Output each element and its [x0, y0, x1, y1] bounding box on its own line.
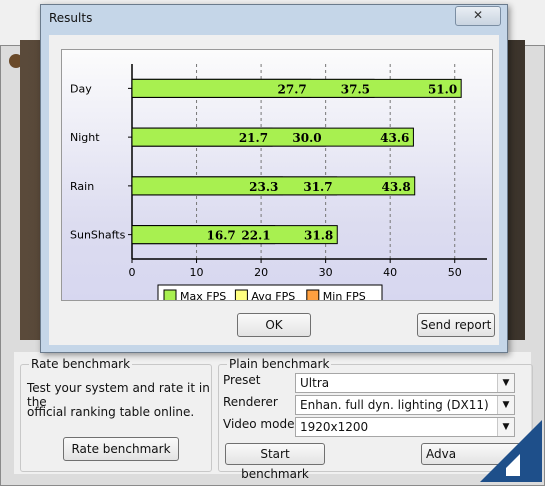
chart-svg: 0 10 20 30 40 50 Day 51.0 37.5 27.7 Night 43.6 30.0 2…: [70, 64, 487, 308]
videomode-label: Video mode: [223, 417, 295, 431]
data-label: 31.8: [304, 229, 333, 243]
logo-icon: [480, 420, 542, 482]
x-tick-label: 50: [448, 266, 462, 279]
data-label: 27.7: [278, 82, 307, 96]
legend-label: Max FPS: [180, 290, 226, 300]
renderer-value: Enhan. full dyn. lighting (DX11): [300, 398, 489, 412]
videomode-value: 1920x1200: [300, 420, 369, 434]
x-tick-label: 40: [383, 266, 397, 279]
results-client-area: 0 10 20 30 40 50 Day 51.0 37.5 27.7 Night 43.6 30.0 2…: [49, 35, 499, 345]
renderer-select[interactable]: Enhan. full dyn. lighting (DX11) ▼: [295, 395, 515, 415]
x-tick-label: 0: [129, 266, 136, 279]
preset-value: Ultra: [300, 376, 330, 390]
legend-label: Avg FPS: [251, 290, 295, 300]
category-label: SunShafts: [70, 229, 126, 242]
watermark-logo: [480, 420, 542, 482]
rate-benchmark-caption: Rate benchmark: [29, 357, 133, 371]
rate-description-line2: official ranking table online.: [27, 405, 195, 419]
data-label: 16.7: [207, 229, 236, 243]
start-benchmark-button[interactable]: Start benchmark: [225, 443, 325, 481]
data-label: 31.7: [303, 180, 332, 194]
results-title: Results: [49, 11, 93, 25]
close-icon[interactable]: ✕: [455, 6, 501, 26]
data-label: 22.1: [241, 229, 270, 243]
data-label: 30.0: [292, 131, 321, 145]
preset-select[interactable]: Ultra ▼: [295, 373, 515, 393]
data-label: 43.6: [380, 131, 409, 145]
data-label: 21.7: [239, 131, 268, 145]
data-label: 51.0: [428, 82, 457, 96]
fps-chart: 0 10 20 30 40 50 Day 51.0 37.5 27.7 Night 43.6 30.0 2…: [61, 49, 493, 308]
x-tick-label: 10: [190, 266, 204, 279]
legend-label: Min FPS: [323, 290, 366, 300]
bar-max-fps: [131, 127, 414, 147]
settings-panel: Rate benchmark Test your system and rate…: [14, 352, 533, 481]
send-report-button[interactable]: Send report: [417, 313, 495, 337]
data-label: 43.8: [381, 180, 410, 194]
category-label: Rain: [70, 180, 94, 193]
results-dialog: Results ✕ 0 10 20 30 40 50 Day 51.0 37.5 27.7 Nigh…: [40, 4, 508, 353]
plain-benchmark-caption: Plain benchmark: [227, 357, 332, 371]
chevron-down-icon: ▼: [497, 396, 514, 414]
rate-benchmark-button[interactable]: Rate benchmark: [63, 437, 179, 461]
x-tick-label: 20: [254, 266, 268, 279]
data-label: 23.3: [249, 180, 278, 194]
legend-swatch: [306, 289, 320, 303]
data-label: 37.5: [341, 82, 370, 96]
category-label: Night: [70, 131, 100, 144]
ok-button[interactable]: OK: [237, 313, 311, 337]
chevron-down-icon: ▼: [497, 374, 514, 392]
x-tick-label: 30: [319, 266, 333, 279]
rate-benchmark-group: Rate benchmark Test your system and rate…: [20, 357, 212, 472]
legend-swatch: [234, 289, 248, 303]
category-label: Day: [70, 82, 92, 95]
legend-swatch: [163, 289, 177, 303]
preset-label: Preset: [223, 373, 261, 387]
renderer-label: Renderer: [223, 395, 278, 409]
